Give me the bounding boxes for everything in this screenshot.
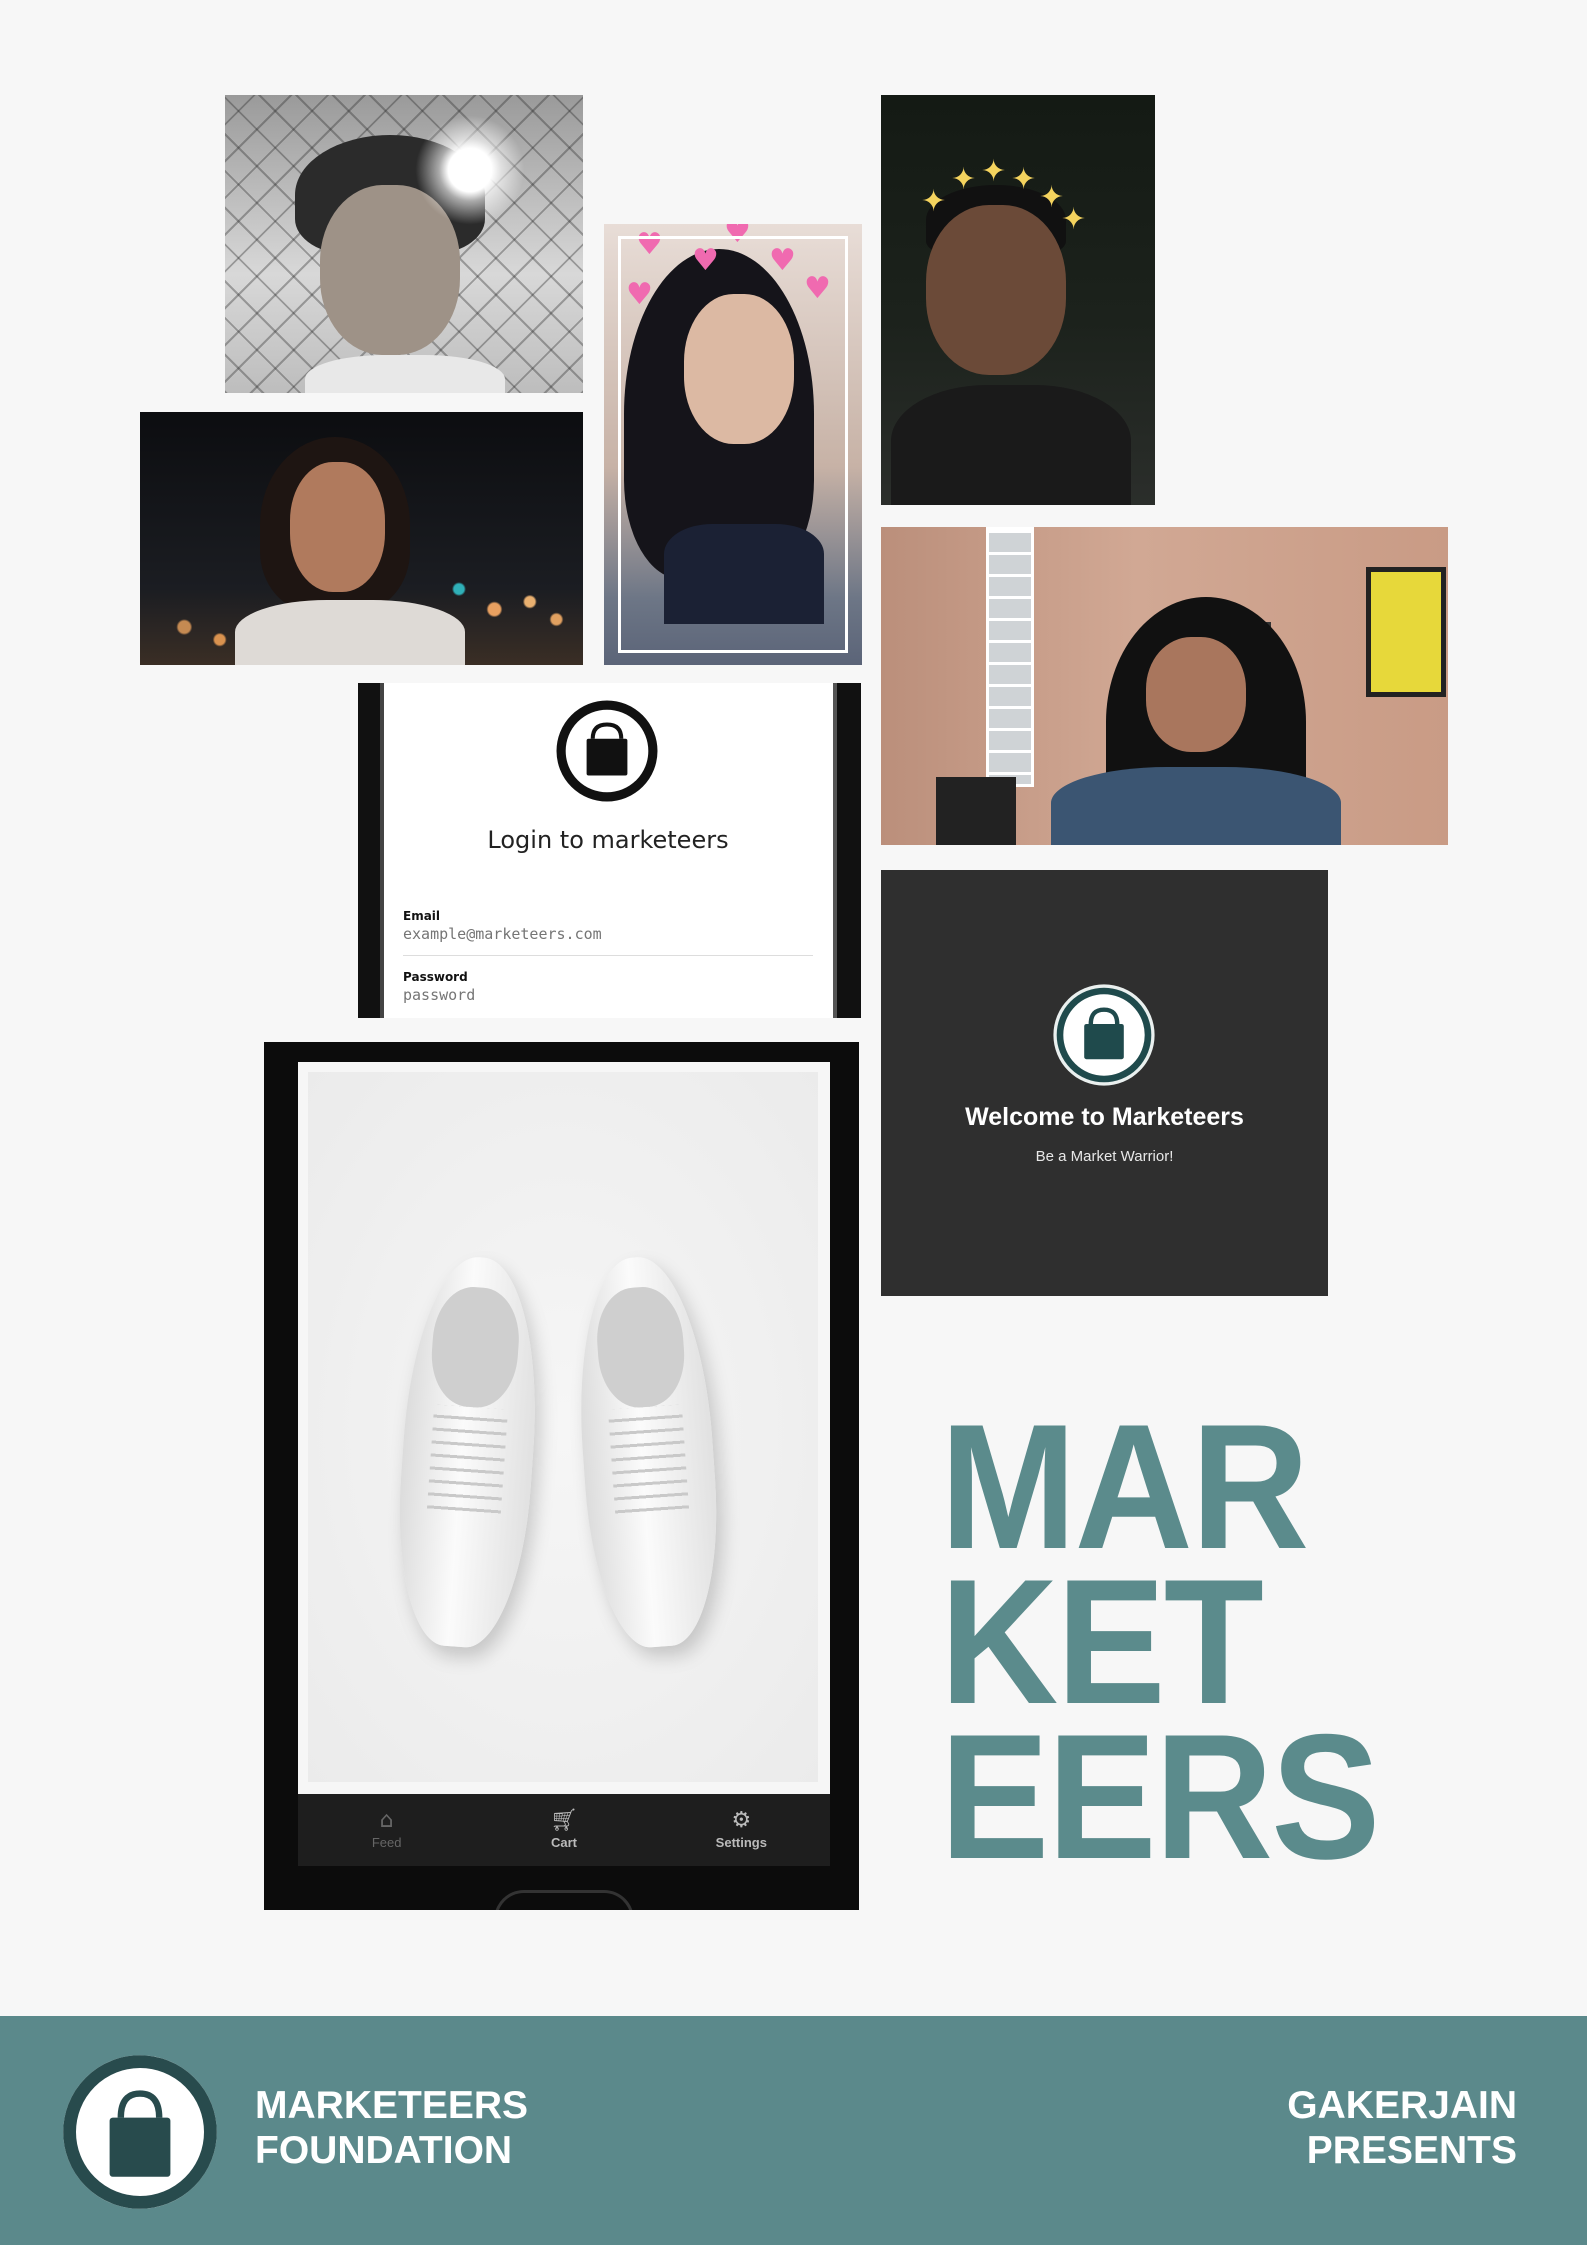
tab-feed[interactable]: ⌂ Feed (298, 1794, 475, 1866)
home-button (494, 1890, 634, 1910)
tab-cart-label: Cart (550, 1835, 577, 1850)
team-photo-5 (881, 527, 1448, 845)
email-divider (403, 955, 813, 956)
password-label: Password (403, 970, 468, 984)
settings-icon: ⚙ (731, 1808, 752, 1833)
footer-presenter-line-2: PRESENTS (1306, 2129, 1517, 2172)
login-screen-mockup: Login to marketeers Email Password (358, 683, 861, 1018)
footer-org-name: MARKETEERS FOUNDATION (255, 2083, 528, 2173)
poster-title-line-3: EERS (940, 1697, 1380, 1896)
cart-icon: 🛒︎ (550, 1808, 578, 1833)
product-feed (298, 1062, 830, 1848)
login-title: Login to marketeers (487, 826, 729, 854)
team-photo-1 (225, 95, 583, 393)
password-field[interactable] (403, 986, 813, 1004)
team-photo-3: ♥ ♥ ♥ ♥ ♥ ♥ (604, 224, 862, 665)
welcome-subtitle: Be a Market Warrior! (1035, 1148, 1174, 1165)
shopping-bag-icon (63, 2055, 217, 2209)
team-photo-4: ✦ ✦ ✦ ✦ ✦ ✦ (881, 95, 1155, 505)
footer-presenter-line-1: GAKERJAIN (1287, 2084, 1517, 2127)
tab-feed-label: Feed (371, 1835, 402, 1850)
tab-settings-label: Settings (715, 1835, 767, 1850)
product-image[interactable] (308, 1072, 818, 1782)
shopping-bag-icon (1053, 984, 1155, 1086)
team-photo-2 (140, 412, 583, 665)
shop-screen-mockup: ⌂ Feed 🛒︎ Cart ⚙ Settings (264, 1042, 859, 1910)
footer-bar: MARKETEERS FOUNDATION GAKERJAIN PRESENTS (0, 2016, 1587, 2245)
tab-cart[interactable]: 🛒︎ Cart (475, 1794, 652, 1866)
welcome-screen-mockup: Welcome to Marketeers Be a Market Warrio… (881, 870, 1328, 1296)
welcome-title: Welcome to Marketeers (965, 1103, 1244, 1131)
footer-org-line-2: FOUNDATION (255, 2129, 513, 2172)
email-label: Email (403, 909, 441, 923)
home-icon: ⌂ (379, 1808, 394, 1833)
email-field[interactable] (403, 925, 813, 943)
footer-presenter: GAKERJAIN PRESENTS (1287, 2083, 1517, 2173)
tab-settings[interactable]: ⚙ Settings (653, 1794, 830, 1866)
shopping-bag-icon (556, 700, 658, 802)
bottom-tab-bar: ⌂ Feed 🛒︎ Cart ⚙ Settings (298, 1794, 830, 1866)
footer-org-line-1: MARKETEERS (255, 2084, 529, 2127)
